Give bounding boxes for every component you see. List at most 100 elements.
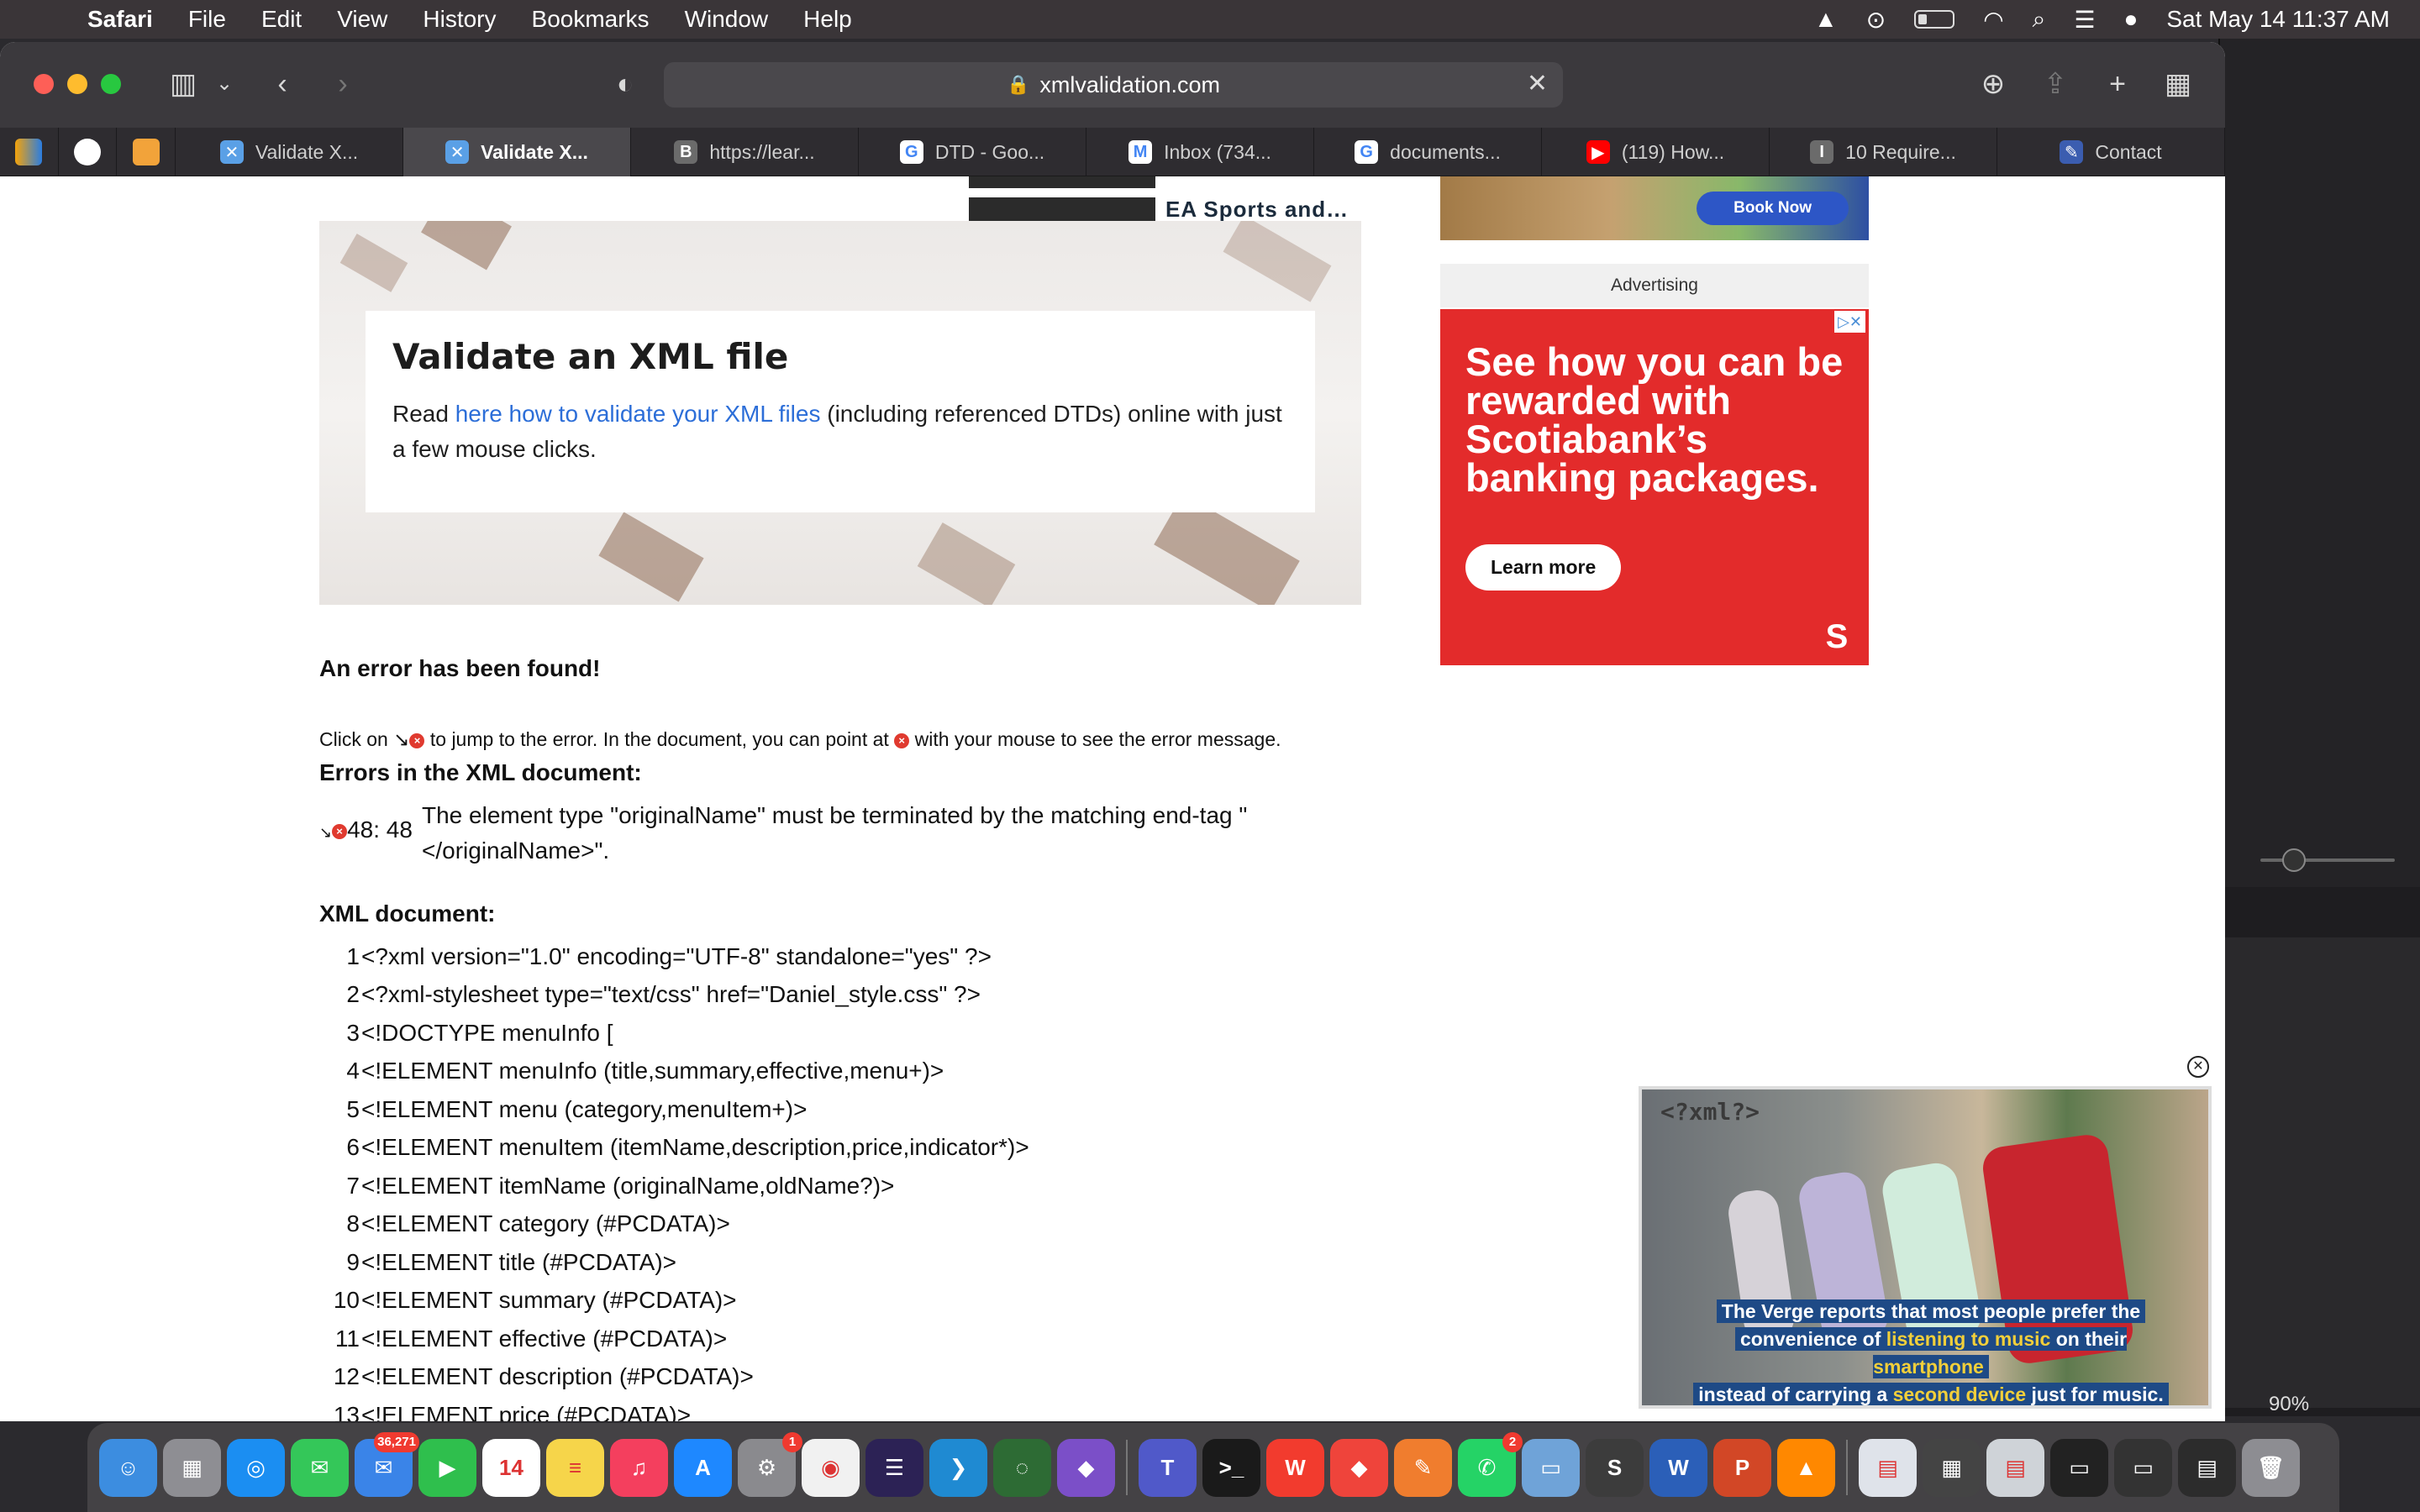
pinned-tab-github[interactable]: [59, 128, 118, 176]
menu-edit[interactable]: Edit: [261, 6, 302, 33]
spotlight-search-icon[interactable]: ⌕: [2033, 6, 2046, 34]
anydesk-icon[interactable]: ◆: [1330, 1438, 1388, 1497]
preview-icon[interactable]: ▭: [1522, 1438, 1580, 1497]
music-icon[interactable]: ♫: [610, 1438, 668, 1497]
menu-help[interactable]: Help: [803, 6, 852, 33]
how-to-validate-link[interactable]: here how to validate your XML files: [455, 401, 821, 427]
window-thumb-2-icon[interactable]: ▭: [2114, 1438, 2172, 1497]
book-now-button[interactable]: Book Now: [1697, 192, 1849, 225]
safari-icon[interactable]: ◎: [227, 1438, 285, 1497]
menu-bookmarks[interactable]: Bookmarks: [532, 6, 650, 33]
menu-window[interactable]: Window: [685, 6, 769, 33]
powerpoint-icon[interactable]: P: [1713, 1438, 1771, 1497]
menu-view[interactable]: View: [337, 6, 387, 33]
browser-tab[interactable]: Bhttps://lear...: [631, 128, 860, 176]
google-icon: G: [1355, 140, 1379, 164]
pdf-expert-icon[interactable]: ✎: [1394, 1438, 1452, 1497]
teams-icon[interactable]: T: [1139, 1438, 1197, 1497]
whatsapp-icon[interactable]: ✆ 2: [1458, 1431, 1523, 1497]
calendar-icon[interactable]: 14: [482, 1438, 540, 1497]
finder-icon[interactable]: ☺: [99, 1438, 157, 1497]
word-icon[interactable]: W: [1649, 1438, 1707, 1497]
browser-tab[interactable]: Gdocuments...: [1314, 128, 1543, 176]
browser-tab[interactable]: ✕ Validate X...: [403, 128, 632, 176]
terminal-icon[interactable]: >_: [1202, 1438, 1260, 1497]
jump-arrow-icon[interactable]: ↘: [319, 824, 332, 841]
address-bar[interactable]: 🔒 xmlvalidation.com ✕: [664, 62, 1563, 108]
tab-overview-icon[interactable]: ▦: [2160, 60, 2196, 108]
menu-app-safari[interactable]: Safari: [87, 6, 153, 33]
caption-text: convenience of: [1739, 1328, 1886, 1350]
system-preferences-icon[interactable]: ⚙ 1: [738, 1431, 802, 1497]
sidebar-toggle-icon[interactable]: ▥: [160, 60, 207, 108]
chrome-icon[interactable]: ◉: [802, 1438, 860, 1497]
related-thumbnail-1[interactable]: [969, 176, 1155, 188]
menu-bar: Safari File Edit View History Bookmarks …: [0, 0, 2420, 39]
fullscreen-window-button[interactable]: [101, 74, 121, 94]
messages-icon[interactable]: ✉: [291, 1438, 349, 1497]
visual-studio-icon[interactable]: ◆: [1057, 1438, 1115, 1497]
minimize-window-button[interactable]: [67, 74, 87, 94]
pinned-tab-notes[interactable]: [117, 128, 176, 176]
menu-clock[interactable]: Sat May 14 11:37 AM: [2166, 6, 2390, 33]
browser-tab[interactable]: M Inbox (734...: [1086, 128, 1315, 176]
browser-tab[interactable]: G DTD - Goo...: [859, 128, 1087, 176]
window-thumb-icon[interactable]: ▭: [2050, 1438, 2108, 1497]
battery-icon[interactable]: [1914, 10, 1955, 29]
forward-button[interactable]: ›: [326, 60, 360, 108]
trash-icon[interactable]: 🗑: [2242, 1438, 2300, 1497]
error-icon[interactable]: ×: [332, 823, 348, 839]
facetime-icon[interactable]: ▶: [418, 1438, 476, 1497]
wifi-icon[interactable]: ◠: [1983, 6, 2003, 34]
calendar-thumb-icon[interactable]: ▦: [1923, 1438, 1981, 1497]
floating-video-player[interactable]: <?xml?> The Verge reports that most peop…: [1639, 1086, 2212, 1409]
background-slider-knob[interactable]: [2282, 848, 2306, 872]
adchoices-icon[interactable]: ▷✕: [1834, 311, 1865, 333]
background-slider-track[interactable]: [2260, 858, 2395, 862]
menu-history[interactable]: History: [423, 6, 496, 33]
error-line-col[interactable]: 48: 48: [347, 816, 413, 843]
top-ad-banner[interactable]: Book Now: [1440, 176, 1869, 240]
wps-icon[interactable]: W: [1266, 1438, 1324, 1497]
pinned-tab-analytics[interactable]: [0, 128, 59, 176]
error-location[interactable]: ↘ × 48: 48: [319, 798, 422, 869]
new-tab-icon[interactable]: +: [2099, 60, 2136, 108]
privacy-shield-icon[interactable]: ◐: [607, 60, 644, 108]
screenshot-icon[interactable]: ▤: [1986, 1438, 2044, 1497]
pdf-document-icon[interactable]: ▤: [1859, 1438, 1917, 1497]
eclipse-icon[interactable]: ☰: [865, 1438, 923, 1497]
chevron-down-icon[interactable]: ⌄: [212, 60, 237, 108]
app-store-icon[interactable]: A: [674, 1438, 732, 1497]
vscode-icon[interactable]: ❯: [929, 1438, 987, 1497]
launchpad-icon[interactable]: ▦: [163, 1438, 221, 1497]
vlc-icon[interactable]: ▲: [1777, 1438, 1835, 1497]
learn-more-button[interactable]: Learn more: [1465, 544, 1622, 591]
back-button[interactable]: ‹: [266, 60, 299, 108]
control-center-icon[interactable]: ☰: [2074, 6, 2095, 34]
line-number: 1: [346, 942, 360, 969]
window-thumb-3-icon[interactable]: ▤: [2178, 1438, 2236, 1497]
scotiabank-ad[interactable]: ▷✕ See how you can be rewarded with Scot…: [1440, 309, 1869, 665]
browser-tab[interactable]: ✎ Contact: [1997, 128, 2225, 176]
siri-icon[interactable]: ●: [2123, 6, 2138, 33]
share-icon[interactable]: ⇪: [2037, 60, 2074, 108]
related-article-title[interactable]: EA Sports and…: [1165, 197, 1349, 223]
code-line: 8 <!ELEMENT category (#PCDATA)>: [319, 1205, 1029, 1244]
activity-icon[interactable]: ◌: [993, 1438, 1051, 1497]
browser-tab[interactable]: ▶ (119) How...: [1542, 128, 1770, 176]
clear-url-icon[interactable]: ✕: [1527, 69, 1548, 98]
mail-icon[interactable]: ✉ 36,271: [355, 1431, 419, 1497]
close-video-icon[interactable]: ✕: [2187, 1056, 2209, 1078]
browser-tab[interactable]: ✕ Validate X...: [176, 128, 404, 176]
line-text: <!DOCTYPE menuInfo [: [361, 1019, 613, 1046]
browser-tab[interactable]: I 10 Require...: [1770, 128, 1998, 176]
sublime-icon[interactable]: S: [1586, 1438, 1644, 1497]
dock: ☺ ▦ ◎ ✉ ✉ 36,271 ▶ 14 ≡ ♫ A ⚙ 1 ◉ ☰ ❯ ◌ ◆ T >_ W ◆ ✎ ✆ 2 ▭ S W P ▲ ▤ ▦ ▤…: [87, 1423, 2339, 1512]
vlc-status-icon[interactable]: ▲: [1814, 6, 1838, 33]
play-status-icon[interactable]: ⊙: [1866, 6, 1886, 34]
menu-file[interactable]: File: [188, 6, 226, 33]
downloads-icon[interactable]: ⊕: [1975, 60, 2012, 108]
close-window-button[interactable]: [34, 74, 54, 94]
zoom-level: 90%: [2269, 1393, 2310, 1415]
notes-icon[interactable]: ≡: [546, 1438, 604, 1497]
